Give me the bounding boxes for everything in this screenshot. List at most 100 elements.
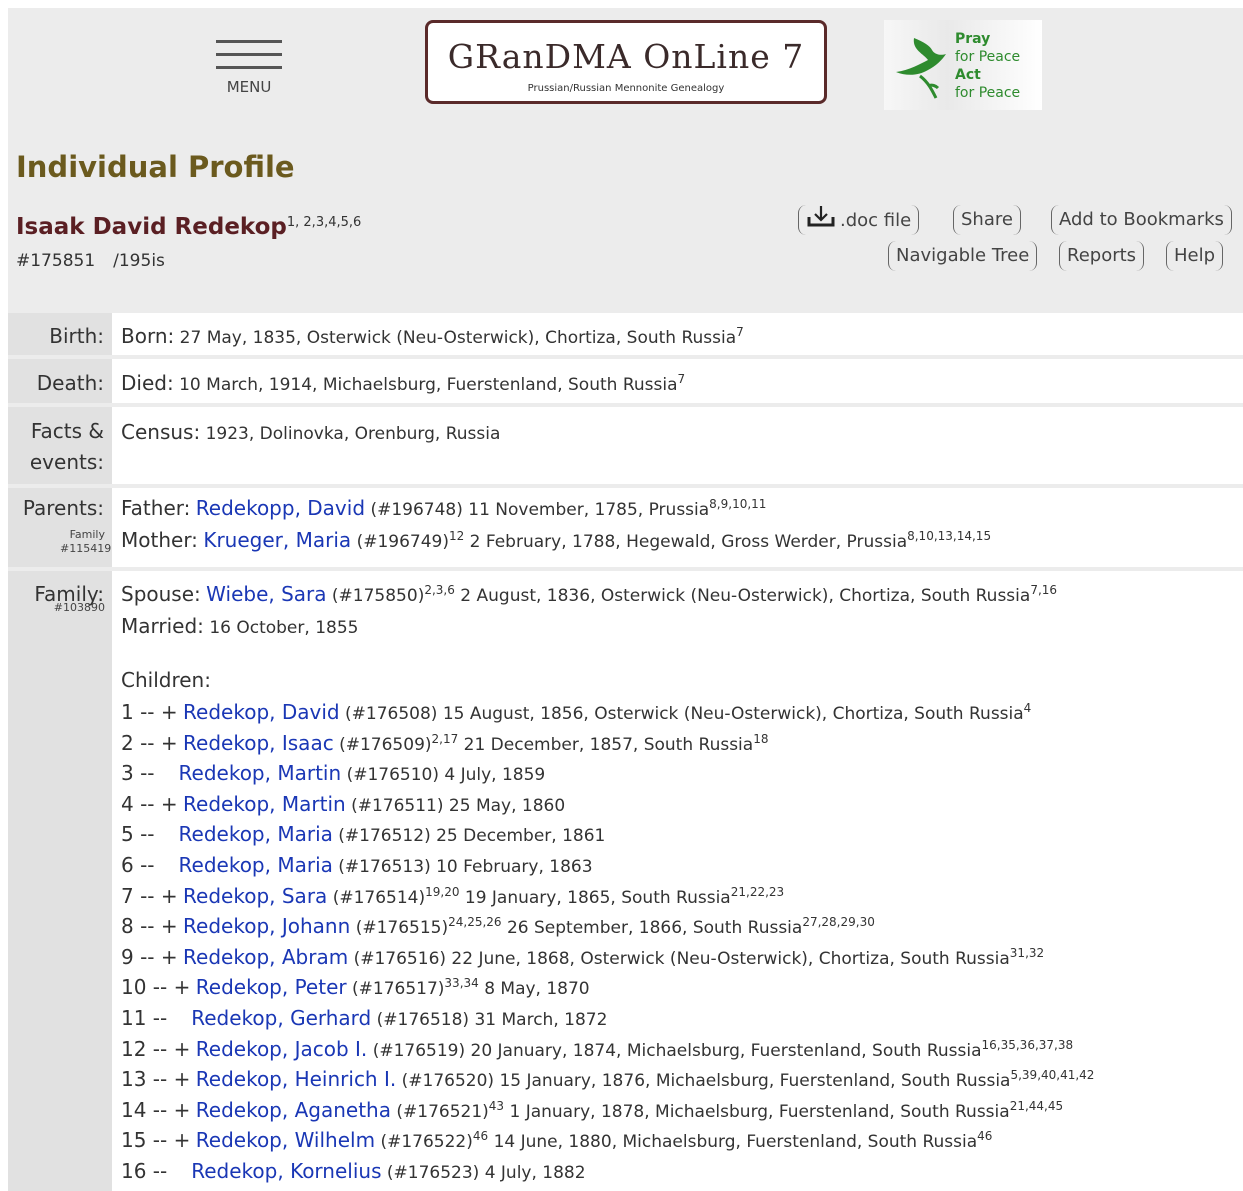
mother-refs[interactable]: 8,10,13,14,15: [907, 529, 991, 543]
family-label: Family: [69, 528, 105, 541]
mother-key: Mother:: [121, 528, 198, 552]
menu-button[interactable]: MENU: [216, 40, 282, 96]
child-link[interactable]: Redekop, Sara: [183, 884, 327, 908]
child-link[interactable]: Redekop, Johann: [183, 914, 350, 938]
reports-button[interactable]: Reports: [1059, 241, 1145, 271]
child-row: 14 -- + Redekop, Aganetha (#176521)43 1 …: [121, 1098, 1063, 1122]
spouse-refs[interactable]: 7,16: [1030, 583, 1057, 597]
child-text: 14 June, 1880, Michaelsburg, Fuerstenlan…: [493, 1132, 978, 1153]
child-text: 15 August, 1856, Osterwick (Neu-Osterwic…: [442, 704, 1024, 724]
child-id-refs[interactable]: 19,20: [425, 885, 459, 899]
child-text: 22 June, 1868, Osterwick (Neu-Osterwick)…: [451, 948, 1010, 969]
facts-row: [8, 407, 1243, 484]
child-id-refs[interactable]: 2,17: [432, 732, 459, 746]
child-number: 7 -- +: [121, 883, 178, 908]
child-id-refs[interactable]: 24,25,26: [448, 915, 501, 929]
child-refs[interactable]: 21,22,23: [731, 885, 784, 899]
child-row: 3 -- Redekop, Martin (#176510) 4 July, 18…: [121, 761, 545, 785]
child-text: 31 March, 1872: [474, 1010, 608, 1030]
menu-bar-icon: [216, 40, 282, 43]
child-link[interactable]: Redekop, Abram: [183, 945, 348, 969]
child-link[interactable]: Redekop, Maria: [179, 853, 333, 877]
child-text: 10 February, 1863: [436, 857, 593, 877]
mother-link[interactable]: Krueger, Maria: [203, 528, 351, 552]
child-text: 4 July, 1882: [484, 1163, 586, 1183]
child-id: (#176520): [401, 1071, 495, 1092]
person-name: Isaak David Redekop1, 2,3,4,5,6: [16, 214, 361, 240]
child-link[interactable]: Redekop, Jacob I.: [196, 1037, 368, 1061]
death-refs[interactable]: 7: [678, 372, 686, 386]
child-refs[interactable]: 4: [1024, 701, 1032, 715]
father-id: (#196748): [370, 500, 463, 520]
child-refs[interactable]: 5,39,40,41,42: [1010, 1068, 1094, 1082]
child-row: 16 -- Redekop, Kornelius (#176523) 4 July…: [121, 1159, 586, 1183]
child-refs[interactable]: 16,35,36,37,38: [982, 1038, 1074, 1052]
child-number: 9 -- +: [121, 944, 178, 969]
child-link[interactable]: Redekop, Martin: [183, 792, 346, 816]
child-text: 25 December, 1861: [436, 826, 606, 847]
child-number: 12 -- +: [121, 1036, 191, 1061]
add-to-bookmarks-button[interactable]: Add to Bookmarks: [1051, 205, 1232, 235]
child-row: 7 -- + Redekop, Sara (#176514)19,20 19 J…: [121, 884, 784, 908]
child-link[interactable]: Redekop, Gerhard: [191, 1006, 371, 1030]
child-id-refs[interactable]: 33,34: [444, 976, 478, 990]
spouse-id-refs[interactable]: 2,3,6: [424, 583, 455, 597]
peace-line: for Peace: [955, 85, 1021, 101]
logo-subtitle: Prussian/Russian Mennonite Genealogy: [527, 83, 725, 94]
father-text: 11 November, 1785, Prussia: [468, 500, 710, 520]
child-text: 15 January, 1876, Michaelsburg, Fuersten…: [499, 1071, 1011, 1092]
child-link[interactable]: Redekop, Kornelius: [191, 1159, 381, 1183]
child-link[interactable]: Redekop, Peter: [196, 975, 347, 999]
census-content: Census: 1923, Dolinovka, Orenburg, Russi…: [121, 420, 500, 444]
child-link[interactable]: Redekop, Maria: [179, 822, 333, 846]
birth-refs[interactable]: 7: [736, 325, 744, 339]
child-id: (#176512): [338, 826, 431, 847]
child-row: 12 -- + Redekop, Jacob I. (#176519) 20 J…: [121, 1037, 1073, 1061]
spouse-line: Spouse: Wiebe, Sara (#175850)2,3,6 2 Aug…: [121, 582, 1057, 606]
person-name-refs[interactable]: 1, 2,3,4,5,6: [287, 215, 361, 230]
birth-content: Born: 27 May, 1835, Osterwick (Neu-Oster…: [121, 324, 744, 348]
child-refs[interactable]: 27,28,29,30: [802, 915, 875, 929]
child-refs[interactable]: 21,44,45: [1010, 1099, 1063, 1113]
child-refs[interactable]: 18: [753, 732, 768, 746]
child-link[interactable]: Redekop, Heinrich I.: [196, 1067, 396, 1091]
child-number: 1 -- +: [121, 700, 178, 724]
child-id-refs[interactable]: 43: [489, 1099, 504, 1113]
child-text: 26 September, 1866, South Russia: [506, 918, 803, 939]
spouse-key: Spouse:: [121, 582, 201, 606]
child-row: 10 -- + Redekop, Peter (#176517)33,34 8 …: [121, 975, 590, 999]
father-refs[interactable]: 8,9,10,11: [709, 497, 766, 511]
child-number: 16 --: [121, 1159, 168, 1183]
child-number: 11 --: [121, 1006, 168, 1030]
child-id: (#176516): [353, 948, 447, 969]
navigable-tree-button[interactable]: Navigable Tree: [888, 241, 1038, 271]
child-link[interactable]: Redekop, David: [183, 700, 340, 724]
child-id: (#176514): [332, 887, 426, 908]
child-link[interactable]: Redekop, Martin: [179, 761, 342, 785]
download-doc-button[interactable]: .doc file: [798, 205, 920, 235]
child-text: 1 January, 1878, Michaelsburg, Fuerstenl…: [509, 1101, 1010, 1122]
child-link[interactable]: Redekop, Isaac: [183, 731, 334, 755]
child-link[interactable]: Redekop, Aganetha: [196, 1098, 391, 1122]
mother-id-refs[interactable]: 12: [449, 529, 464, 543]
father-link[interactable]: Redekopp, David: [196, 496, 365, 520]
family-id[interactable]: #115419: [60, 542, 111, 556]
child-number: 8 -- +: [121, 914, 178, 939]
child-refs[interactable]: 31,32: [1010, 946, 1044, 960]
child-row: 2 -- + Redekop, Isaac (#176509)2,17 21 D…: [121, 731, 768, 755]
married-key: Married:: [121, 614, 204, 638]
child-link[interactable]: Redekop, Wilhelm: [196, 1128, 375, 1152]
child-id: (#176517): [352, 979, 445, 1000]
child-refs[interactable]: 46: [977, 1129, 992, 1143]
pray-for-peace-banner[interactable]: Pray for Peace Act for Peace: [884, 20, 1042, 110]
child-id: (#176508): [345, 704, 438, 724]
child-id-refs[interactable]: 46: [473, 1129, 488, 1143]
child-row: 11 -- Redekop, Gerhard (#176518) 31 March…: [121, 1006, 607, 1030]
family-id[interactable]: #103890: [40, 601, 105, 615]
parents-label: Parents:: [22, 496, 104, 520]
site-logo[interactable]: GRanDMA OnLine 7 Prussian/Russian Mennon…: [425, 20, 827, 104]
spouse-link[interactable]: Wiebe, Sara: [206, 582, 326, 606]
help-button[interactable]: Help: [1166, 241, 1224, 271]
facts-label: Facts &: [30, 419, 104, 443]
share-button[interactable]: Share: [953, 205, 1021, 235]
